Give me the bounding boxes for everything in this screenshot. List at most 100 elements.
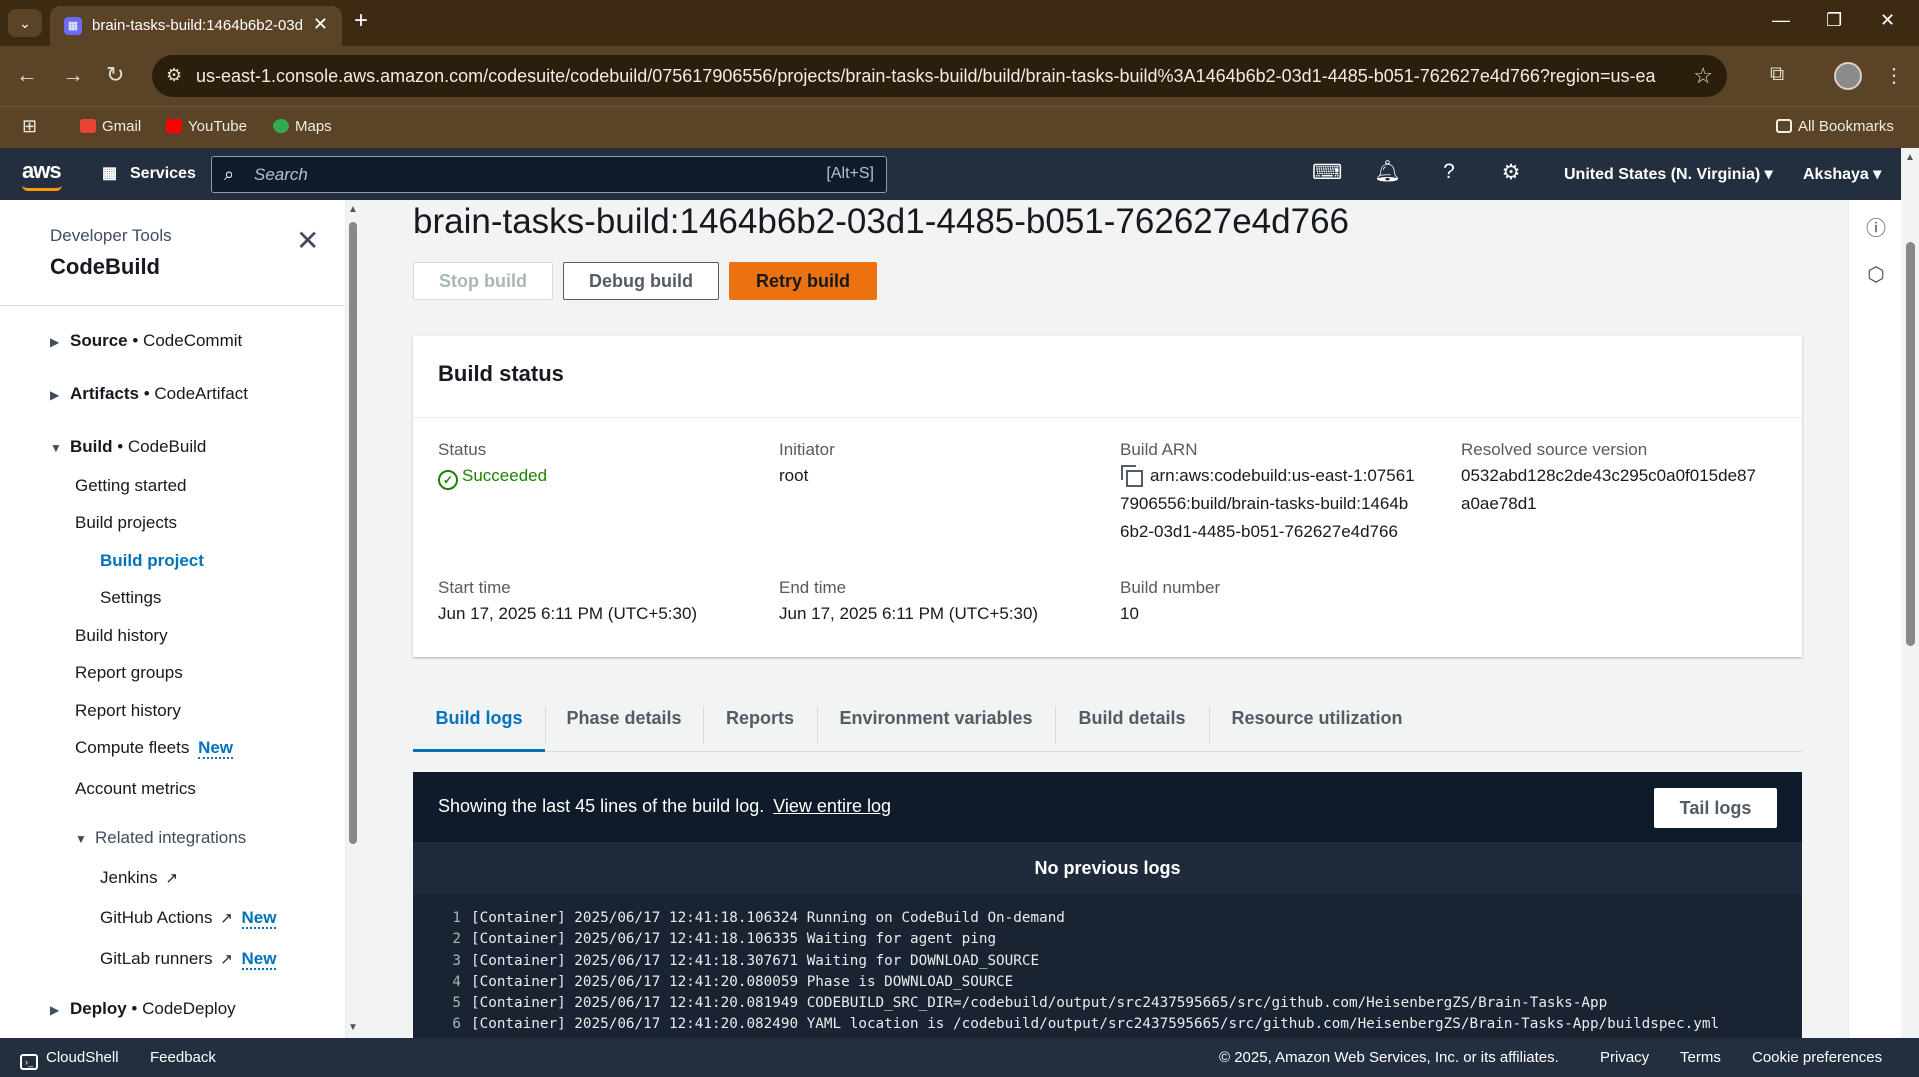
settings-gear-icon[interactable]: ⚙ — [1498, 160, 1524, 185]
terms-link[interactable]: Terms — [1680, 1049, 1721, 1066]
region-selector[interactable]: United States (N. Virginia) ▾ — [1564, 164, 1773, 184]
search-input[interactable] — [254, 163, 754, 187]
site-info-icon[interactable]: ⚙ — [166, 65, 182, 86]
sidebar-item-build-projects[interactable]: Build projects — [75, 513, 177, 533]
bookmark-youtube[interactable]: YouTube — [166, 118, 247, 135]
sidebar-item-account-metrics[interactable]: Account metrics — [75, 779, 196, 799]
card-header: Build status — [413, 336, 1802, 418]
account-menu[interactable]: Akshaya ▾ — [1803, 164, 1881, 184]
menu-icon[interactable]: ⋮ — [1884, 63, 1904, 88]
sidebar-group-source[interactable]: ▶ Source • CodeCommit — [50, 331, 242, 351]
back-icon[interactable]: ← — [16, 63, 38, 87]
minimize-icon[interactable]: — — [1772, 10, 1790, 31]
build-status-card: Build status Status ✓ Succeeded Initiator… — [413, 336, 1802, 657]
new-tab-icon[interactable]: + — [354, 9, 368, 33]
sidebar-item-settings[interactable]: Settings — [100, 588, 161, 608]
log-lines: 1 [Container] 2025/06/17 12:41:18.106324 … — [413, 908, 1802, 1036]
cookie-preferences-link[interactable]: Cookie preferences — [1752, 1049, 1882, 1066]
info-icon[interactable]: ⓘ — [1864, 212, 1888, 241]
restore-icon[interactable]: ❐ — [1826, 10, 1842, 31]
page-scrollbar[interactable]: ▲ — [1901, 148, 1919, 1038]
retry-build-button[interactable]: Retry build — [729, 262, 877, 300]
tab-build-details[interactable]: Build details — [1055, 688, 1209, 752]
scroll-up-icon[interactable]: ▲ — [348, 204, 358, 215]
debug-build-button[interactable]: Debug build — [563, 262, 719, 300]
log-header: Showing the last 45 lines of the build l… — [413, 772, 1802, 842]
start-time-label: Start time — [438, 578, 511, 597]
privacy-link[interactable]: Privacy — [1600, 1049, 1649, 1066]
console-search[interactable]: ⌕ [Alt+S] — [211, 156, 887, 193]
maps-icon — [273, 119, 289, 133]
close-sidebar-icon[interactable]: ✕ — [296, 224, 319, 257]
copy-icon[interactable] — [1120, 464, 1143, 487]
arn-value: arn:aws:codebuild:us-east-1:07561 790655… — [1120, 464, 1415, 541]
tab-resource-utilization[interactable]: Resource utilization — [1209, 688, 1425, 752]
address-bar[interactable]: ⚙ us-east-1.console.aws.amazon.com/codes… — [152, 55, 1727, 97]
cloudshell-icon[interactable]: ⌨ — [1312, 160, 1342, 185]
log-line-number: 4 — [452, 973, 461, 990]
cloudshell-button[interactable]: ›_ CloudShell — [20, 1049, 119, 1070]
sidebar-item-build-project[interactable]: Build project — [100, 551, 204, 571]
sidebar-item-report-history[interactable]: Report history — [75, 701, 181, 721]
bookmark-gmail[interactable]: Gmail — [80, 118, 141, 135]
bookmark-star-icon[interactable]: ☆ — [1693, 63, 1713, 89]
tab-environment-variables[interactable]: Environment variables — [817, 688, 1055, 752]
sidebar-scroll-thumb[interactable] — [349, 222, 357, 844]
sidebar-group-artifacts[interactable]: ▶ Artifacts • CodeArtifact — [50, 384, 248, 404]
sidebar-group-related-integrations[interactable]: ▼ Related integrations — [75, 828, 246, 848]
log-line-number: 3 — [452, 952, 461, 969]
reload-icon[interactable]: ↻ — [106, 63, 124, 87]
aws-logo[interactable]: aws — [22, 158, 62, 191]
build-number-label: Build number — [1120, 578, 1221, 597]
sidebar-item-report-groups[interactable]: Report groups — [75, 663, 183, 683]
log-line-number: 2 — [452, 931, 461, 948]
tab-reports[interactable]: Reports — [703, 688, 817, 752]
close-tab-icon[interactable]: ✕ — [313, 14, 328, 35]
sidebar-divider — [0, 305, 345, 306]
view-entire-log-link[interactable]: View entire log — [773, 796, 891, 816]
sidebar-item-github-actions[interactable]: GitHub Actions ↗ New — [100, 908, 277, 929]
sidebar-item-jenkins[interactable]: Jenkins ↗ — [100, 868, 178, 888]
page-scroll-thumb[interactable] — [1906, 242, 1915, 646]
assistant-hexagon-icon[interactable]: ⬡ — [1864, 262, 1888, 287]
log-line-text: [Container] 2025/06/17 12:41:20.081949 C… — [471, 995, 1608, 1012]
services-menu-button[interactable]: ▦ Services — [102, 163, 196, 183]
log-line-text: [Container] 2025/06/17 12:41:20.080059 P… — [471, 973, 1014, 990]
sidebar-item-build-history[interactable]: Build history — [75, 626, 168, 646]
tab-phase-details[interactable]: Phase details — [545, 688, 703, 752]
stop-build-button[interactable]: Stop build — [413, 262, 553, 300]
sidebar-scrollbar[interactable]: ▲ ▼ — [346, 200, 360, 1038]
search-icon: ⌕ — [224, 164, 235, 184]
tab-build-logs[interactable]: Build logs — [413, 688, 545, 752]
sidebar-item-getting-started[interactable]: Getting started — [75, 476, 187, 496]
arn-label: Build ARN — [1120, 440, 1198, 459]
build-log-panel: Showing the last 45 lines of the build l… — [413, 772, 1802, 1038]
tab-search-button[interactable]: ⌄ — [8, 9, 42, 37]
expand-caret-icon: ▶ — [50, 335, 60, 349]
new-badge: New — [198, 738, 234, 759]
sidebar-group-build[interactable]: ▼ Build • CodeBuild — [50, 437, 206, 457]
sidebar-item-compute-fleets[interactable]: Compute fleets New — [75, 738, 234, 759]
help-icon[interactable]: ? — [1436, 160, 1462, 184]
sidebar-group-deploy[interactable]: ▶ Deploy • CodeDeploy — [50, 999, 236, 1019]
bookmark-maps[interactable]: Maps — [273, 118, 332, 135]
profile-avatar[interactable] — [1834, 62, 1862, 90]
build-number-value: 10 — [1120, 604, 1139, 623]
scroll-up-icon[interactable]: ▲ — [1905, 152, 1915, 163]
feedback-link[interactable]: Feedback — [150, 1049, 216, 1066]
sidebar-title[interactable]: CodeBuild — [50, 254, 160, 280]
notifications-bell-icon[interactable]: 🔔︎ — [1374, 160, 1401, 184]
url-text[interactable]: us-east-1.console.aws.amazon.com/codesui… — [196, 66, 1656, 87]
scroll-down-icon[interactable]: ▼ — [348, 1022, 358, 1033]
close-window-icon[interactable]: ✕ — [1880, 10, 1895, 31]
services-grid-icon: ▦ — [102, 165, 118, 182]
sidebar-item-gitlab-runners[interactable]: GitLab runners ↗ New — [100, 949, 277, 970]
browser-tab[interactable]: ▦ brain-tasks-build:1464b6b2-03d ✕ — [50, 6, 342, 46]
forward-icon[interactable]: → — [62, 63, 84, 87]
apps-grid-icon[interactable]: ⊞ — [22, 116, 37, 137]
codebuild-sidebar: Developer Tools CodeBuild ✕ ▶ Source • Co… — [0, 200, 346, 1038]
no-previous-logs: No previous logs — [413, 842, 1802, 894]
extensions-icon[interactable]: ⧉ — [1770, 63, 1784, 86]
tail-logs-button[interactable]: Tail logs — [1654, 788, 1777, 828]
all-bookmarks[interactable]: All Bookmarks — [1776, 118, 1894, 135]
